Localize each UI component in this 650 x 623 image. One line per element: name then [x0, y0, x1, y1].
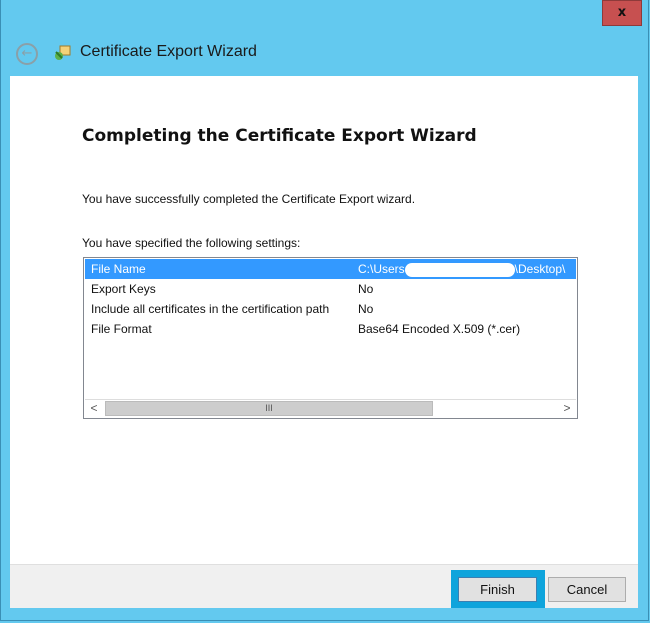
scroll-right-button[interactable]: > [558, 400, 576, 417]
window-title: Certificate Export Wizard [80, 43, 257, 60]
setting-value: C:\Users \Desktop\ [358, 262, 566, 277]
setting-name: File Format [91, 322, 152, 336]
scroll-left-button[interactable]: < [85, 400, 103, 417]
success-text: You have successfully completed the Cert… [82, 192, 416, 206]
list-item[interactable]: File Name C:\Users \Desktop\ [85, 259, 576, 279]
settings-list[interactable]: File Name C:\Users \Desktop\ Export Keys … [83, 257, 578, 419]
close-button[interactable]: x [602, 0, 642, 26]
cancel-button[interactable]: Cancel [548, 577, 626, 602]
list-item[interactable]: Export Keys No [85, 279, 576, 299]
setting-value: No [358, 302, 374, 316]
setting-name: Include all certificates in the certific… [91, 302, 330, 316]
setting-name: Export Keys [91, 282, 156, 296]
page-heading: Completing the Certificate Export Wizard [82, 126, 477, 146]
list-item[interactable]: Include all certificates in the certific… [85, 299, 576, 319]
setting-value: No [358, 282, 374, 296]
redaction [404, 262, 515, 277]
finish-button[interactable]: Finish [458, 577, 537, 602]
settings-label: You have specified the following setting… [82, 236, 301, 250]
setting-name: File Name [91, 262, 146, 276]
scrollbar-thumb[interactable]: III [105, 401, 433, 416]
wizard-content: Completing the Certificate Export Wizard… [10, 76, 638, 564]
setting-value: Base64 Encoded X.509 (*.cer) [358, 322, 521, 336]
back-arrow-icon[interactable]: ← [16, 43, 38, 65]
certificate-wizard-icon [55, 45, 71, 60]
list-item[interactable]: File Format Base64 Encoded X.509 (*.cer) [85, 319, 576, 339]
horizontal-scrollbar[interactable]: < III > [85, 399, 576, 417]
